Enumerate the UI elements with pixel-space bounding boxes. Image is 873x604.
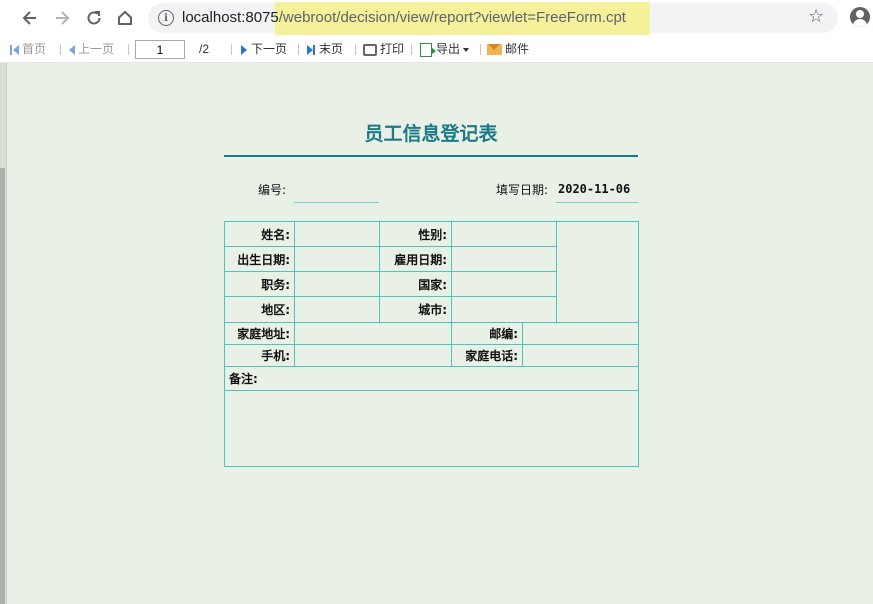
next-page-button[interactable]: 下一页 [241, 41, 287, 58]
gender-label: 性别: [379, 221, 452, 247]
region-label: 地区: [224, 296, 295, 323]
number-underline [294, 202, 379, 203]
form-title: 员工信息登记表 [364, 123, 498, 145]
title-rule [224, 155, 638, 157]
first-page-button[interactable]: 首页 [10, 41, 46, 58]
next-page-label: 下一页 [251, 42, 288, 56]
mobile-cell[interactable] [294, 344, 452, 367]
home-phone-cell[interactable] [522, 344, 639, 367]
prev-page-label: 上一页 [78, 42, 115, 56]
name-label: 姓名: [224, 221, 295, 247]
date-value[interactable]: 2020-11-06 [558, 182, 630, 196]
employee-info-table: 姓名: 性别: 出生日期: 雇用日期: 职务: 国家: 地区: 城市: 家庭地址… [224, 221, 639, 467]
region-cell[interactable] [294, 296, 380, 323]
remarks-label: 备注: [224, 366, 639, 391]
last-page-label: 末页 [319, 42, 344, 56]
browser-chrome: i localhost:8075/webroot/decision/view/r… [0, 0, 873, 36]
report-canvas: 员工信息登记表 编号: 填写日期: 2020-11-06 姓名: 性别: 出生日… [0, 63, 873, 604]
back-arrow-icon[interactable] [18, 6, 42, 30]
url-path: /webroot/decision/view/report?viewlet=Fr… [278, 9, 626, 26]
position-cell[interactable] [294, 271, 380, 297]
photo-cell[interactable] [556, 221, 639, 323]
city-label: 城市: [379, 296, 452, 323]
hire-date-label: 雇用日期: [379, 246, 452, 272]
chevron-down-icon [463, 47, 470, 52]
email-label: 邮件 [505, 42, 530, 56]
info-icon[interactable]: i [158, 10, 174, 26]
bookmark-star-icon[interactable]: ☆ [808, 6, 824, 27]
email-button[interactable]: 邮件 [487, 41, 529, 58]
mobile-label: 手机: [224, 344, 295, 367]
home-address-cell[interactable] [294, 322, 452, 345]
date-underline [556, 202, 638, 203]
prev-page-icon [69, 44, 75, 55]
page-number-input[interactable] [135, 40, 185, 59]
print-label: 打印 [380, 42, 405, 56]
country-cell[interactable] [451, 271, 557, 297]
home-phone-label: 家庭电话: [451, 344, 523, 367]
prev-page-button[interactable]: 上一页 [69, 41, 114, 58]
gender-cell[interactable] [451, 221, 557, 247]
remarks-cell[interactable] [224, 390, 639, 467]
export-icon [420, 42, 436, 57]
url-host: localhost:8075 [182, 9, 279, 26]
postcode-label: 邮编: [451, 322, 523, 345]
forward-arrow-icon[interactable] [50, 6, 74, 30]
report-toolbar: 首页 上一页 /2 下一页 末页 打印 导出 邮件 [0, 36, 873, 63]
number-label: 编号: [258, 183, 287, 197]
left-edge-shadow [0, 168, 5, 604]
date-label: 填写日期: [496, 183, 549, 197]
url-text[interactable]: localhost:8075/webroot/decision/view/rep… [182, 3, 626, 33]
name-cell[interactable] [294, 221, 380, 247]
position-label: 职务: [224, 271, 295, 297]
home-address-label: 家庭地址: [224, 322, 295, 345]
birth-date-cell[interactable] [294, 246, 380, 272]
first-page-label: 首页 [22, 42, 47, 56]
hire-date-cell[interactable] [451, 246, 557, 272]
first-page-icon [10, 44, 12, 55]
home-icon[interactable] [113, 6, 137, 30]
address-bar[interactable]: i localhost:8075/webroot/decision/view/r… [148, 2, 838, 35]
export-button[interactable]: 导出 [420, 41, 470, 58]
city-cell[interactable] [451, 296, 557, 323]
last-page-button[interactable]: 末页 [307, 41, 343, 58]
export-label: 导出 [436, 42, 461, 56]
birth-date-label: 出生日期: [224, 246, 295, 272]
reload-icon[interactable] [82, 6, 106, 30]
country-label: 国家: [379, 271, 452, 297]
postcode-cell[interactable] [522, 322, 639, 345]
total-pages: /2 [199, 42, 210, 56]
next-page-icon [241, 44, 247, 55]
mail-icon [487, 44, 502, 55]
account-avatar-icon[interactable] [850, 7, 870, 27]
printer-icon [363, 43, 377, 56]
print-button[interactable]: 打印 [363, 41, 404, 58]
